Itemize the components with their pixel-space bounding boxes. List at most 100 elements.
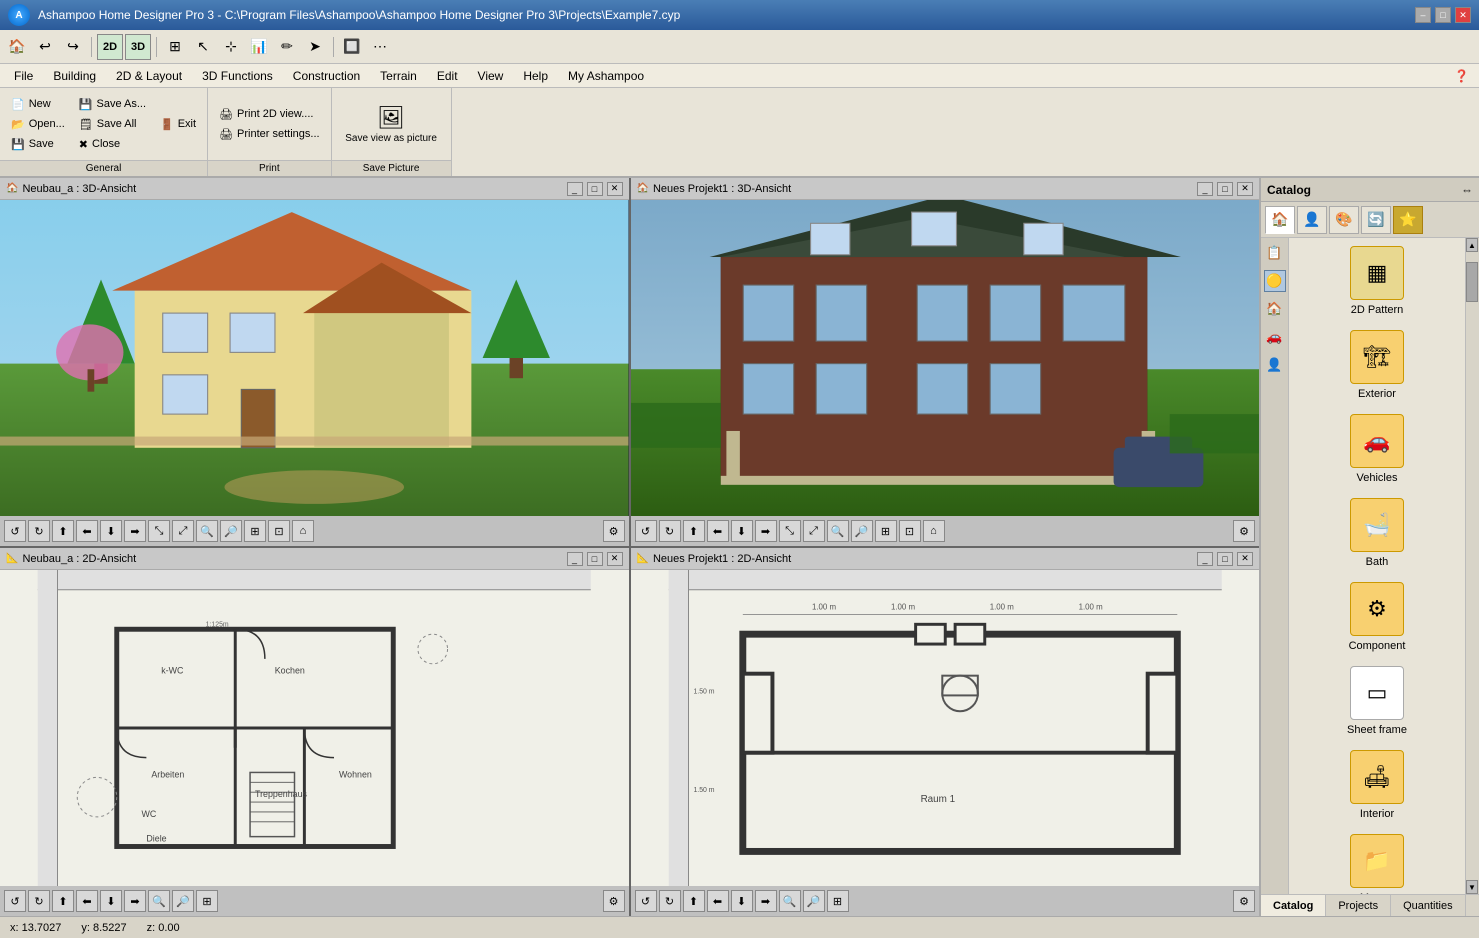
nav-btn-3[interactable]: ⬆: [52, 520, 74, 542]
catalog-tab-0[interactable]: 🏠: [1265, 206, 1295, 234]
toolbar-2d-button[interactable]: 2D: [97, 34, 123, 60]
catalog-tab-3[interactable]: 🔄: [1361, 206, 1391, 234]
toolbar-icon-select[interactable]: ⊹: [218, 34, 244, 60]
catalog-item-component[interactable]: ⚙ Component: [1297, 582, 1457, 652]
viewport-maximize-3d-left[interactable]: □: [587, 182, 603, 196]
nav-btn-4[interactable]: ⬅: [76, 520, 98, 542]
catalog-tab-1[interactable]: 👤: [1297, 206, 1327, 234]
scrollbar-thumb[interactable]: [1466, 262, 1478, 302]
nav-btn-9[interactable]: 🔍: [196, 520, 218, 542]
toolbar-icon-arrow[interactable]: ➤: [302, 34, 328, 60]
nav-btn-2dl6[interactable]: ➡: [124, 890, 146, 912]
nav-btn-2dl2[interactable]: ↻: [28, 890, 50, 912]
nav-btn-2dl7[interactable]: 🔍: [148, 890, 170, 912]
toolbar-icon-redo[interactable]: ↪: [60, 34, 86, 60]
minimize-button[interactable]: –: [1415, 7, 1431, 23]
menu-help-icon[interactable]: ❓: [1454, 69, 1475, 83]
nav-btn-rextra[interactable]: ⚙: [1233, 520, 1255, 542]
menu-file[interactable]: File: [4, 67, 43, 85]
nav-btn-2dr8[interactable]: 🔎: [803, 890, 825, 912]
nav-btn-r6[interactable]: ➡: [755, 520, 777, 542]
viewport-minimize-2d-left[interactable]: _: [567, 552, 583, 566]
nav-btn-2dlextra[interactable]: ⚙: [603, 890, 625, 912]
nav-btn-rhome[interactable]: ⌂: [923, 520, 945, 542]
ribbon-saveviewpicture-button[interactable]: 🖼 Save view as picture: [339, 101, 443, 148]
nav-btn-2dr6[interactable]: ➡: [755, 890, 777, 912]
toolbar-icon-1[interactable]: 🏠: [4, 34, 30, 60]
viewport-close-2d-right[interactable]: ✕: [1237, 552, 1253, 566]
nav-btn-r12[interactable]: ⊡: [899, 520, 921, 542]
menu-3d-functions[interactable]: 3D Functions: [192, 67, 283, 85]
nav-btn-10[interactable]: 🔎: [220, 520, 242, 542]
nav-btn-2dl3[interactable]: ⬆: [52, 890, 74, 912]
scrollbar-down[interactable]: ▼: [1466, 880, 1478, 894]
nav-btn-2drextra[interactable]: ⚙: [1233, 890, 1255, 912]
toolbar-icon-pen[interactable]: ✏: [274, 34, 300, 60]
nav-btn-r5[interactable]: ⬇: [731, 520, 753, 542]
nav-btn-8[interactable]: ⤢: [172, 520, 194, 542]
nav-btn-2dl9[interactable]: ⊞: [196, 890, 218, 912]
nav-btn-2[interactable]: ↻: [28, 520, 50, 542]
catalog-item-exterior[interactable]: 🏗 Exterior: [1297, 330, 1457, 400]
viewport-close-2d-left[interactable]: ✕: [607, 552, 623, 566]
nav-btn-home[interactable]: ⌂: [292, 520, 314, 542]
nav-btn-2dr2[interactable]: ↻: [659, 890, 681, 912]
catalog-side-icon-1[interactable]: 🟡: [1264, 270, 1286, 292]
catalog-scrollbar[interactable]: ▲ ▼: [1465, 238, 1479, 894]
ribbon-exit-button[interactable]: 🚪 Exit: [155, 115, 201, 134]
nav-btn-r11[interactable]: ⊞: [875, 520, 897, 542]
ribbon-saveas-button[interactable]: 💾 Save As...: [74, 95, 151, 114]
viewport-close-3d-right[interactable]: ✕: [1237, 182, 1253, 196]
nav-btn-r4[interactable]: ⬅: [707, 520, 729, 542]
viewport-maximize-3d-right[interactable]: □: [1217, 182, 1233, 196]
scrollbar-up[interactable]: ▲: [1466, 238, 1478, 252]
nav-btn-r10[interactable]: 🔎: [851, 520, 873, 542]
nav-btn-r9[interactable]: 🔍: [827, 520, 849, 542]
nav-btn-2dr9[interactable]: ⊞: [827, 890, 849, 912]
nav-btn-2dr1[interactable]: ↺: [635, 890, 657, 912]
menu-terrain[interactable]: Terrain: [370, 67, 427, 85]
catalog-item-sheetframe[interactable]: ▭ Sheet frame: [1297, 666, 1457, 736]
toolbar-icon-grid[interactable]: ⊞: [162, 34, 188, 60]
nav-btn-6[interactable]: ➡: [124, 520, 146, 542]
close-button[interactable]: ✕: [1455, 7, 1471, 23]
menu-building[interactable]: Building: [43, 67, 106, 85]
viewport-maximize-2d-right[interactable]: □: [1217, 552, 1233, 566]
tab-catalog[interactable]: Catalog: [1261, 895, 1326, 916]
nav-btn-5[interactable]: ⬇: [100, 520, 122, 542]
nav-btn-2dr3[interactable]: ⬆: [683, 890, 705, 912]
nav-btn-2dr4[interactable]: ⬅: [707, 890, 729, 912]
catalog-side-icon-0[interactable]: 📋: [1264, 242, 1286, 264]
ribbon-close-button[interactable]: ✖ Close: [74, 135, 151, 154]
toolbar-icon-chart[interactable]: 📊: [246, 34, 272, 60]
nav-btn-11[interactable]: ⊞: [244, 520, 266, 542]
tab-quantities[interactable]: Quantities: [1391, 895, 1466, 916]
catalog-tab-2[interactable]: 🎨: [1329, 206, 1359, 234]
catalog-tab-4[interactable]: ⭐: [1393, 206, 1423, 234]
nav-btn-r2[interactable]: ↻: [659, 520, 681, 542]
toolbar-icon-cursor[interactable]: ↖: [190, 34, 216, 60]
ribbon-save-button[interactable]: 💾 Save: [6, 135, 70, 154]
catalog-item-bath[interactable]: 🛁 Bath: [1297, 498, 1457, 568]
nav-btn-1[interactable]: ↺: [4, 520, 26, 542]
viewport-maximize-2d-left[interactable]: □: [587, 552, 603, 566]
catalog-item-vehicles[interactable]: 🚗 Vehicles: [1297, 414, 1457, 484]
toolbar-icon-more[interactable]: ⋯: [367, 34, 393, 60]
catalog-side-icon-3[interactable]: 🚗: [1264, 326, 1286, 348]
ribbon-printersettings-button[interactable]: 🖨 Printer settings...: [214, 125, 325, 144]
nav-btn-2dl8[interactable]: 🔎: [172, 890, 194, 912]
nav-btn-12[interactable]: ⊡: [268, 520, 290, 542]
nav-btn-r1[interactable]: ↺: [635, 520, 657, 542]
nav-btn-2dl1[interactable]: ↺: [4, 890, 26, 912]
viewport-minimize-3d-left[interactable]: _: [567, 182, 583, 196]
viewport-minimize-3d-right[interactable]: _: [1197, 182, 1213, 196]
nav-btn-extra[interactable]: ⚙: [603, 520, 625, 542]
catalog-side-icon-2[interactable]: 🏠: [1264, 298, 1286, 320]
catalog-item-interior[interactable]: 🛋 Interior: [1297, 750, 1457, 820]
menu-help[interactable]: Help: [513, 67, 558, 85]
catalog-side-icon-4[interactable]: 👤: [1264, 354, 1286, 376]
menu-my-ashampoo[interactable]: My Ashampoo: [558, 67, 654, 85]
toolbar-3d-button[interactable]: 3D: [125, 34, 151, 60]
toolbar-icon-snap[interactable]: 🔲: [339, 34, 365, 60]
viewport-minimize-2d-right[interactable]: _: [1197, 552, 1213, 566]
